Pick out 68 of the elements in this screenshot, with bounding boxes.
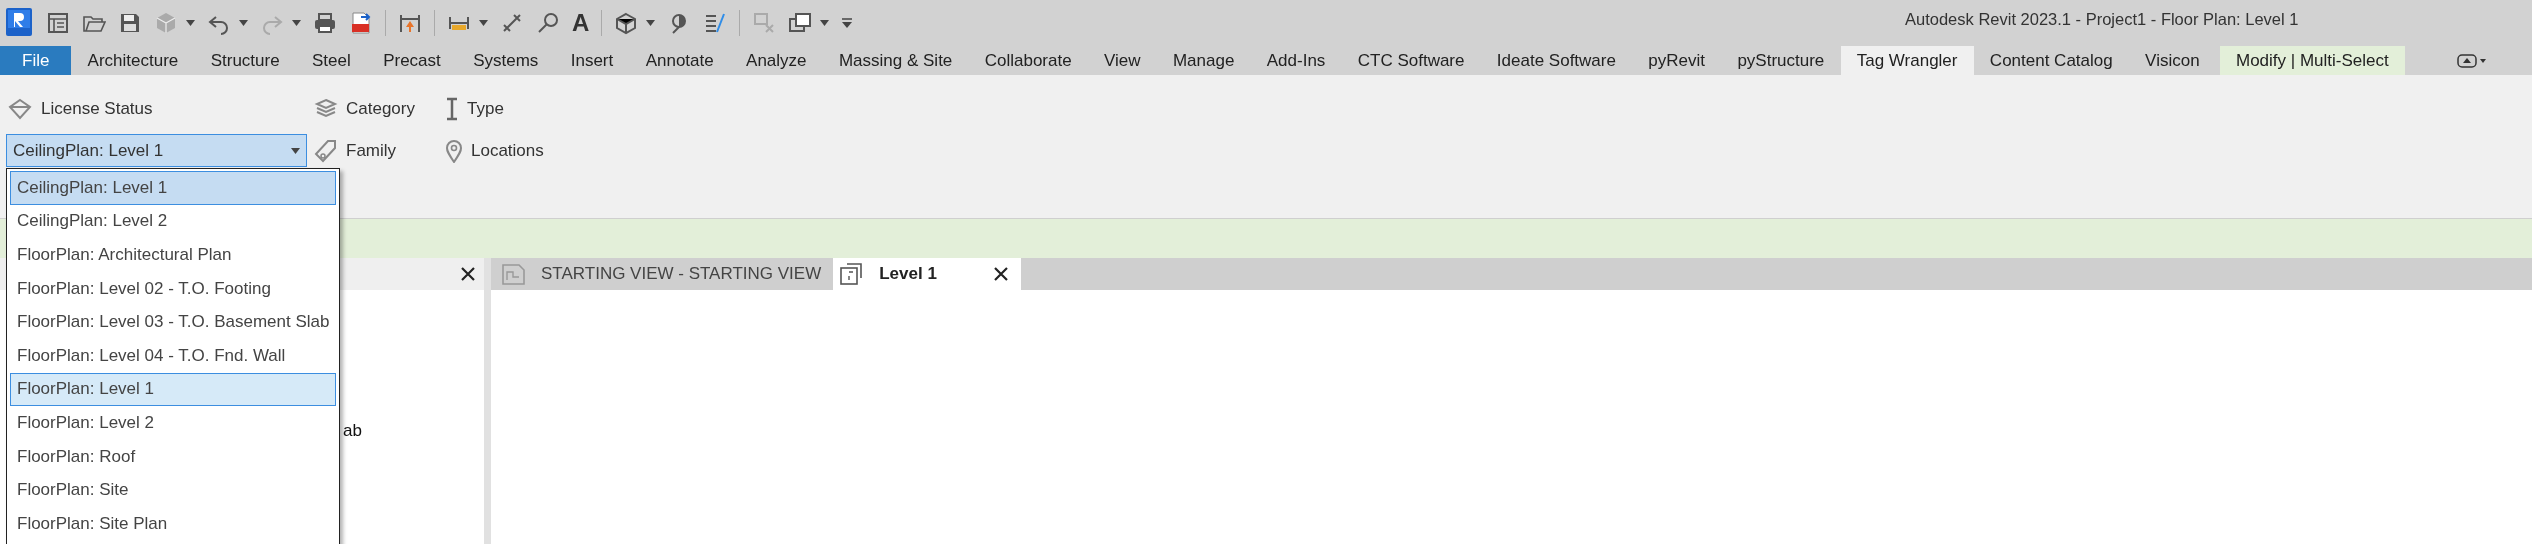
dropdown-option[interactable]: FloorPlan: Level 2	[10, 406, 336, 440]
ribbon-tab[interactable]: Steel	[295, 46, 367, 75]
ribbon-tab[interactable]: Manage	[1156, 46, 1251, 75]
drafting-view-icon	[501, 262, 527, 286]
dropdown-option[interactable]: FloorPlan: Architectural Plan	[10, 238, 336, 272]
license-icon	[7, 98, 33, 120]
properties-icon[interactable]	[46, 11, 70, 35]
view-combo-box[interactable]: CeilingPlan: Level 1	[6, 134, 307, 167]
dropdown-option[interactable]: CeilingPlan: Level 2	[10, 204, 336, 239]
customize-caret-icon[interactable]	[841, 17, 854, 29]
tree-item[interactable]: ab	[343, 421, 362, 440]
close-icon[interactable]	[993, 266, 1010, 282]
ribbon-tab[interactable]: pyRevit	[1632, 46, 1722, 75]
text-tool-button[interactable]: A	[572, 11, 590, 35]
ribbon-button[interactable]: Family	[346, 140, 397, 161]
document-tab[interactable]: STARTING VIEW - STARTING VIEW	[495, 258, 834, 290]
ribbon-tab[interactable]: Collaborate	[968, 46, 1088, 75]
ribbon-tab[interactable]: CTC Software	[1341, 46, 1481, 75]
caret-icon[interactable]	[186, 20, 195, 26]
ribbon-tab[interactable]: Modify | Multi-Select	[2219, 46, 2405, 75]
ribbon-tab[interactable]: Structure	[194, 46, 296, 75]
panel-toggle-icon[interactable]	[2456, 53, 2487, 68]
ribbon-button[interactable]: Locations	[471, 140, 544, 161]
ribbon-tab[interactable]: Content Catalog	[1973, 46, 2129, 75]
dropdown-option[interactable]: FloorPlan: Roof	[10, 439, 336, 474]
save-icon[interactable]	[118, 11, 142, 35]
ribbon-tab[interactable]: Architecture	[71, 46, 195, 75]
ribbon-tab[interactable]: Precast	[366, 46, 457, 75]
ribbon-tab[interactable]: Ideate Software	[1480, 46, 1633, 75]
file-tab[interactable]: File	[0, 46, 72, 75]
ribbon-button[interactable]: Category	[346, 99, 415, 119]
ribbon-tab[interactable]: Analyze	[729, 46, 823, 75]
app-logo-icon[interactable]	[6, 8, 34, 38]
caret-icon[interactable]	[239, 20, 248, 26]
dropdown-option[interactable]: FloorPlan: Level 02 - T.O. Footing	[10, 271, 336, 306]
text-cursor-icon	[445, 97, 459, 121]
caret-icon[interactable]	[646, 20, 656, 26]
ribbon-tab[interactable]: Add-Ins	[1250, 46, 1342, 75]
document-tab[interactable]: Level 1	[833, 258, 1022, 290]
switch-windows-icon[interactable]	[788, 11, 813, 35]
ribbon-tab[interactable]: Tag Wrangler	[1840, 46, 1974, 75]
caret-icon[interactable]	[820, 20, 830, 26]
license-status-button[interactable]: License Status	[41, 99, 153, 119]
ribbon-tab[interactable]: Systems	[457, 46, 555, 75]
3d-house-icon[interactable]	[614, 11, 639, 35]
dropdown-caret-icon[interactable]	[291, 147, 300, 154]
caret-icon[interactable]	[292, 20, 301, 26]
ribbon-tab[interactable]: Visicon	[2128, 46, 2216, 75]
dropdown-option[interactable]: FloorPlan: Level 03 - T.O. Basement Slab	[10, 305, 336, 339]
dropdown-option[interactable]: FloorPlan: Site	[10, 473, 336, 507]
dropdown-option[interactable]: CeilingPlan: Level 1	[10, 171, 336, 205]
thin-lines-icon[interactable]	[703, 11, 728, 35]
ribbon-tab[interactable]: Annotate	[629, 46, 730, 75]
ribbon-tab[interactable]: Insert	[554, 46, 630, 75]
window-title: Autodesk Revit 2023.1 - Project1 - Floor Plan: Level 1	[1905, 10, 2299, 29]
map-pin-icon	[445, 138, 463, 163]
pdf-export-icon[interactable]	[349, 11, 373, 35]
close-icon[interactable]	[460, 266, 476, 282]
dropdown-option[interactable]: FloorPlan: Level 1	[10, 372, 336, 407]
ribbon-button[interactable]: Type	[467, 99, 504, 119]
ribbon-tab[interactable]: Massing & Site	[822, 46, 969, 75]
caret-icon[interactable]	[479, 20, 488, 26]
printer-icon[interactable]	[313, 11, 337, 35]
tag-shape-icon	[314, 138, 338, 163]
ribbon-tab[interactable]: View	[1087, 46, 1157, 75]
dropdown-option[interactable]: FloorPlan: Site Plan	[10, 506, 336, 541]
dropdown-option[interactable]: FloorPlan: Level 04 - T.O. Fnd. Wall	[10, 338, 336, 373]
ribbon-tab[interactable]: pyStructure	[1721, 46, 1841, 75]
